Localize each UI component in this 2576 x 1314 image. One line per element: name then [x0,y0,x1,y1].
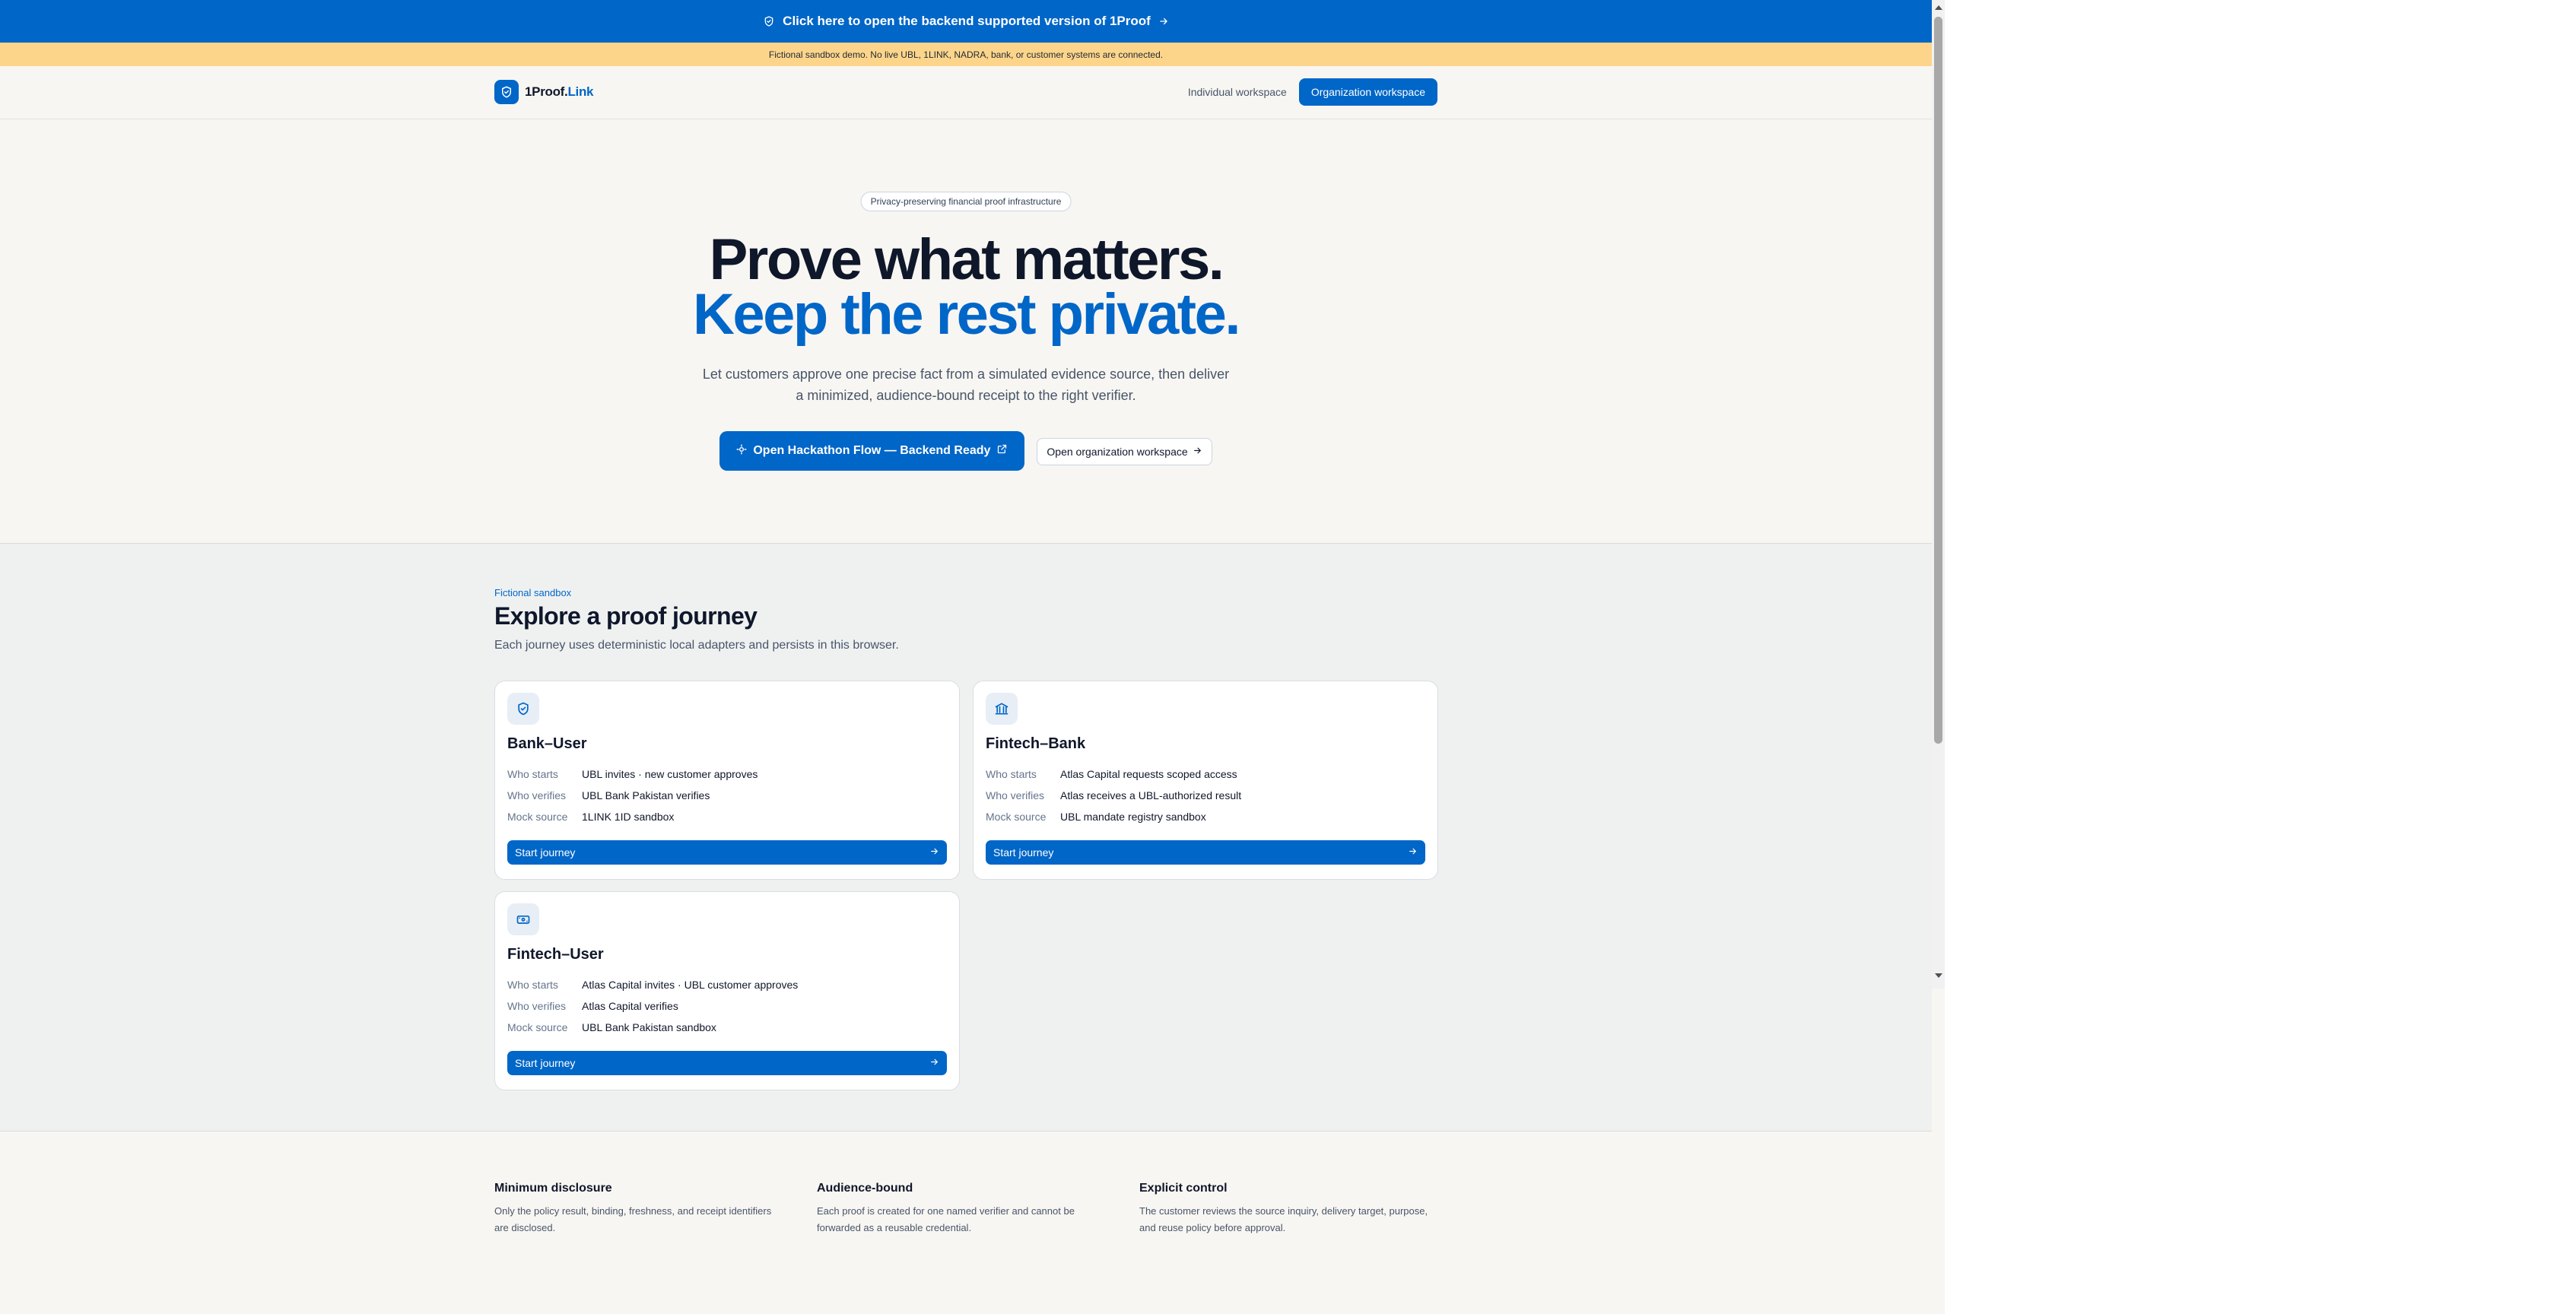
section-title: Explore a proof journey [494,602,758,630]
journeys-section: Fictional sandbox Explore a proof journe… [0,544,1932,1132]
card-row-verifies: Who verifies Atlas receives a UBL-authori… [986,789,1241,801]
start-journey-button[interactable]: Start journey [507,840,947,865]
row-value: UBL mandate registry sandbox [1060,811,1206,823]
logo[interactable]: 1Proof.Link [494,80,594,104]
section-subtitle: Each journey uses deterministic local ad… [494,639,899,652]
row-value: Atlas Capital invites · UBL customer app… [582,979,799,991]
open-organization-workspace-label: Open organization workspace [1047,446,1188,458]
start-journey-label: Start journey [993,846,1054,859]
hero-actions: Open Hackathon Flow — Backend Ready Open… [0,431,1932,471]
banner-text: Click here to open the backend supported… [783,14,1151,28]
row-key: Who starts [507,768,558,780]
row-key: Who verifies [986,789,1045,801]
hero-pill: Privacy-preserving financial proof infra… [860,192,1072,211]
top-nav: 1Proof.Link Individual workspace Organiz… [0,66,1932,119]
card-row-starts: Who starts Atlas Capital invites · UBL cu… [507,979,798,991]
warning-text: Fictional sandbox demo. No live UBL, 1LI… [768,49,1164,60]
hero-title-line-2: Keep the rest private. [693,282,1240,347]
journey-card-bank-user: Bank–User Who starts UBL invites · new cu… [494,681,960,880]
start-journey-label: Start journey [515,846,576,859]
feature-body: Each proof is created for one named veri… [817,1205,1075,1233]
arrow-right-icon [929,846,939,859]
arrow-right-icon [929,1057,939,1069]
features-section: Minimum disclosure Only the policy resul… [0,1132,1932,1314]
journey-card-fintech-bank: Fintech–Bank Who starts Atlas Capital req… [973,681,1438,880]
card-row-starts: Who starts UBL invites · new customer app… [507,768,758,780]
row-key: Mock source [507,1021,568,1033]
row-key: Mock source [507,811,568,823]
journey-card-fintech-user: Fintech–User Who starts Atlas Capital inv… [494,891,960,1090]
feature-title: Minimum disclosure [494,1182,612,1195]
nav-actions: Individual workspace Organization worksp… [1188,78,1437,106]
card-title: Fintech–Bank [986,735,1086,752]
logo-shield-icon [494,80,519,104]
shield-icon [507,693,539,725]
row-key: Who starts [507,979,558,991]
feature-body: The customer reviews the source inquiry,… [1139,1205,1428,1233]
card-title: Fintech–User [507,946,604,963]
vertical-scrollbar[interactable] [1932,0,1945,989]
empty-area [1945,0,2576,1314]
card-row-source: Mock source UBL mandate registry sandbox [986,811,1206,823]
start-journey-button[interactable]: Start journey [986,840,1425,865]
individual-workspace-link[interactable]: Individual workspace [1188,86,1287,98]
row-value: UBL Bank Pakistan verifies [582,789,710,801]
row-key: Who verifies [507,1000,567,1012]
logo-accent: Link [567,84,594,99]
row-key: Mock source [986,811,1047,823]
feature-minimum-disclosure: Minimum disclosure Only the policy resul… [494,1182,783,1236]
organization-workspace-button[interactable]: Organization workspace [1298,78,1437,106]
open-organization-workspace-button[interactable]: Open organization workspace [1037,438,1212,465]
card-row-verifies: Who verifies UBL Bank Pakistan verifies [507,789,710,801]
open-hackathon-flow-button[interactable]: Open Hackathon Flow — Backend Ready [719,431,1025,471]
external-link-icon [996,443,1008,459]
feature-title: Audience-bound [817,1182,913,1195]
logo-main: 1Proof. [525,84,568,99]
card-row-source: Mock source UBL Bank Pakistan sandbox [507,1021,716,1033]
bank-icon [986,693,1018,725]
row-value: Atlas Capital verifies [582,1000,678,1012]
open-hackathon-flow-label: Open Hackathon Flow — Backend Ready [753,444,991,457]
row-value: 1LINK 1ID sandbox [582,811,675,823]
wallet-icon [507,903,539,935]
card-row-verifies: Who verifies Atlas Capital verifies [507,1000,678,1012]
feature-explicit-control: Explicit control The customer reviews th… [1139,1182,1428,1236]
row-value: UBL Bank Pakistan sandbox [582,1021,716,1033]
sandbox-warning: Fictional sandbox demo. No live UBL, 1LI… [0,43,1932,66]
row-key: Who verifies [507,789,567,801]
row-key: Who starts [986,768,1037,780]
sparkle-icon [736,443,747,459]
hero: Privacy-preserving financial proof infra… [0,119,1932,544]
feature-audience-bound: Audience-bound Each proof is created for… [817,1182,1106,1236]
start-journey-label: Start journey [515,1057,576,1069]
arrow-right-icon [1408,846,1418,859]
scrollbar-thumb[interactable] [1934,17,1942,744]
card-row-source: Mock source 1LINK 1ID sandbox [507,811,674,823]
row-value: Atlas receives a UBL-authorized result [1060,789,1242,801]
card-row-starts: Who starts Atlas Capital requests scoped … [986,768,1237,780]
page: Click here to open the backend supported… [0,0,1932,1314]
scroll-down-icon[interactable] [1935,973,1942,978]
hero-title-line-1: Prove what matters. [709,227,1224,292]
scroll-up-icon[interactable] [1935,5,1942,10]
card-title: Bank–User [507,735,587,752]
feature-title: Explicit control [1139,1182,1228,1195]
start-journey-button[interactable]: Start journey [507,1051,947,1075]
feature-body: Only the policy result, binding, freshne… [494,1205,772,1233]
backend-banner[interactable]: Click here to open the backend supported… [0,0,1932,43]
row-value: Atlas Capital requests scoped access [1060,768,1237,780]
hero-description: Let customers approve one precise fact f… [702,367,1230,403]
logo-text: 1Proof.Link [525,84,594,100]
shield-check-icon [763,15,775,27]
arrow-right-icon [1158,16,1169,27]
section-eyebrow: Fictional sandbox [494,587,572,598]
arrow-right-icon [1193,446,1202,458]
row-value: UBL invites · new customer approves [582,768,758,780]
